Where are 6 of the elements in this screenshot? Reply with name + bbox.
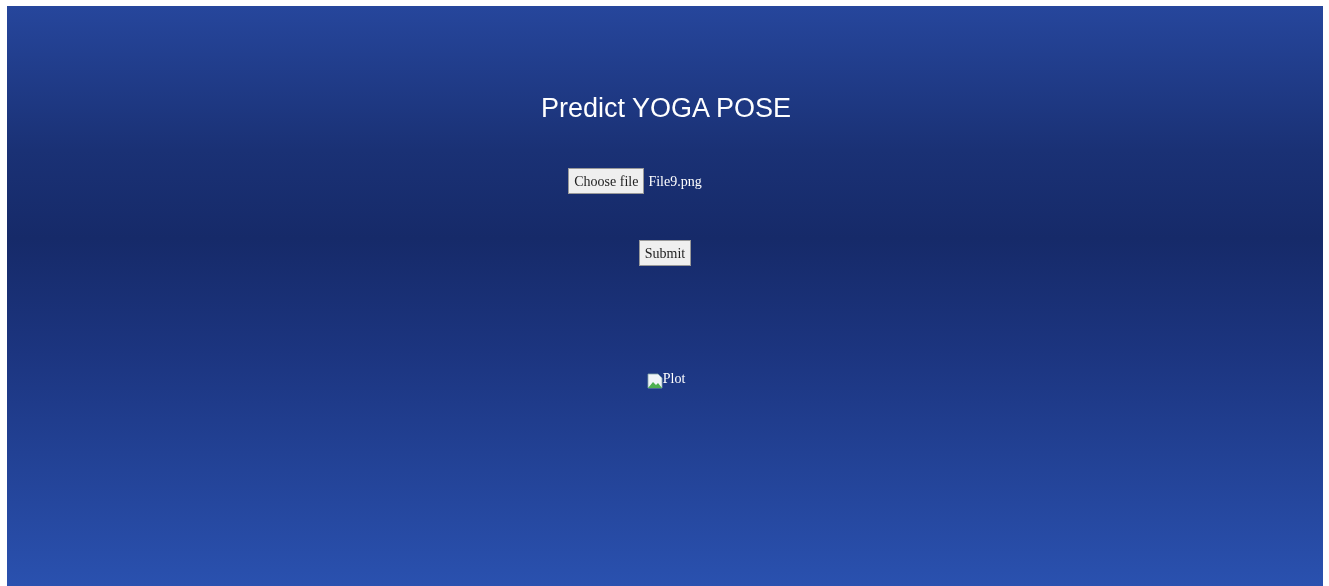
image-alt-text: Plot: [662, 370, 686, 388]
file-name: File9.png: [648, 172, 702, 191]
page-title: Predict YOGA POSE: [540, 92, 792, 124]
choose-file-button[interactable]: Choose file: [568, 168, 645, 194]
submit-button[interactable]: Submit: [638, 240, 692, 266]
broken-image-icon: [646, 373, 663, 389]
